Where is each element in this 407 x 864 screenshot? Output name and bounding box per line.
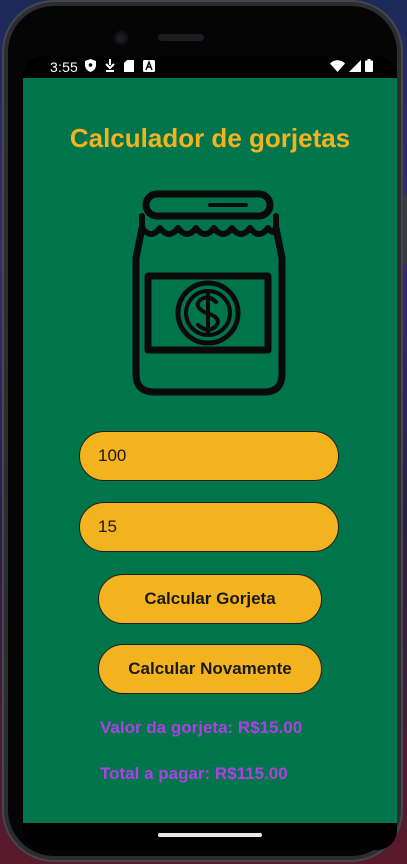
font-icon	[143, 59, 155, 75]
sd-card-icon	[124, 59, 134, 75]
home-gesture-handle[interactable]	[158, 833, 262, 837]
tip-amount-text: Valor da gorjeta: R$15.00	[100, 718, 303, 737]
total-amount-text: Total a pagar: R$115.00	[100, 764, 288, 783]
phone-frame: 3:55 Calculador de gorjetas 100 15 Calcu…	[2, 0, 407, 862]
phone-bezel: 3:55 Calculador de gorjetas 100 15 Calcu…	[8, 6, 397, 856]
tip-percent-input[interactable]: 15	[79, 502, 339, 552]
download-icon	[105, 59, 115, 75]
money-jar-icon	[128, 188, 288, 398]
wifi-icon	[330, 59, 345, 75]
notification-icons	[85, 59, 155, 75]
front-camera	[114, 31, 128, 45]
page-title: Calculador de gorjetas	[69, 123, 351, 153]
system-icons	[330, 59, 373, 75]
tip-calculator-app: Calculador de gorjetas 100 15 Calcular G…	[23, 78, 397, 823]
earpiece-speaker	[158, 34, 204, 41]
recalculate-button[interactable]: Calcular Novamente	[98, 644, 322, 694]
calculate-tip-button[interactable]: Calcular Gorjeta	[98, 574, 322, 624]
screen: 3:55 Calculador de gorjetas 100 15 Calcu…	[23, 56, 397, 850]
signal-icon	[349, 59, 361, 75]
navigation-bar	[23, 823, 397, 850]
status-bar: 3:55	[23, 56, 397, 78]
bill-amount-input[interactable]: 100	[79, 431, 339, 481]
shield-icon	[85, 59, 96, 75]
status-time: 3:55	[50, 59, 79, 75]
battery-icon	[365, 59, 373, 75]
